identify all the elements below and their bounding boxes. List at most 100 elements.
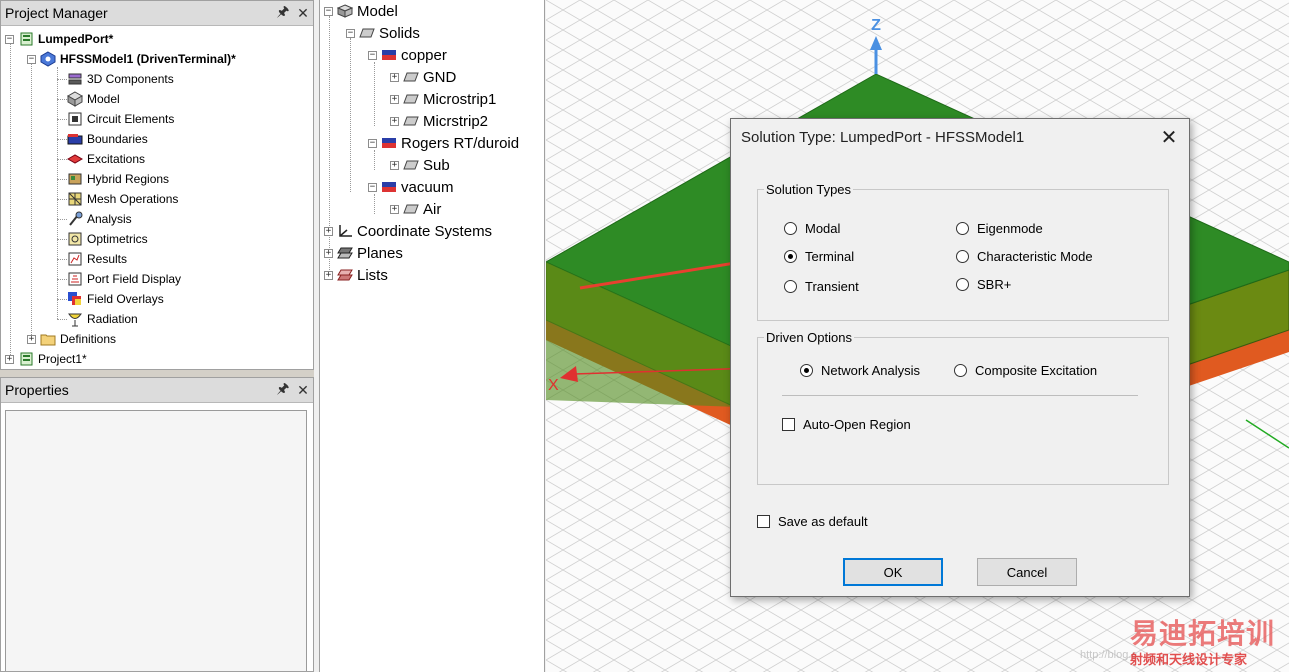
collapse-icon[interactable]: − <box>27 54 36 64</box>
radio-label: Network Analysis <box>821 363 920 378</box>
collapse-icon[interactable]: − <box>324 6 333 16</box>
cancel-button[interactable]: Cancel <box>977 558 1077 586</box>
project-icon <box>18 31 34 47</box>
pin-icon[interactable]: 🖈 <box>273 1 293 25</box>
project-tree: − LumpedPort* − HFSSModel1 (DrivenTermin… <box>1 27 313 369</box>
model-tree-item-solids[interactable]: − Solids <box>346 22 420 44</box>
model-tree-item-microstrip1[interactable]: + Microstrip1 <box>390 88 496 110</box>
radio-button[interactable] <box>954 364 967 377</box>
model-tree-item-copper[interactable]: − copper <box>368 44 447 66</box>
radio-label: Composite Excitation <box>975 363 1098 378</box>
radio-button[interactable] <box>956 278 969 291</box>
expand-icon[interactable]: + <box>390 160 399 170</box>
tree-item-analysis[interactable]: Analysis <box>67 209 132 229</box>
tree-item-label: HFSSModel1 (DrivenTerminal)* <box>60 52 236 66</box>
tree-item-port-field-display[interactable]: Port Field Display <box>67 269 181 289</box>
folder-icon <box>40 331 56 347</box>
radio-modal[interactable]: Modal <box>784 221 840 236</box>
expand-icon[interactable]: + <box>390 116 399 126</box>
expand-icon[interactable]: + <box>27 334 36 344</box>
collapse-icon[interactable]: − <box>346 28 355 38</box>
tree-item-radiation[interactable]: Radiation <box>67 309 138 329</box>
model-tree-item-vacuum[interactable]: − vacuum <box>368 176 454 198</box>
watermark-logo: 易迪拓培训 <box>1130 617 1276 650</box>
radio-eigenmode[interactable]: Eigenmode <box>956 221 1043 236</box>
close-icon[interactable]: ✕ <box>293 5 313 22</box>
tree-item-field-overlays[interactable]: Field Overlays <box>67 289 164 309</box>
tree-item-3d-components[interactable]: 3D Components <box>67 69 174 89</box>
expand-icon[interactable]: + <box>390 204 399 214</box>
model-tree-item-planes[interactable]: + Planes <box>324 242 403 264</box>
checkbox-save-as-default[interactable]: Save as default <box>757 514 868 529</box>
expand-icon[interactable]: + <box>5 354 14 364</box>
collapse-icon[interactable]: − <box>5 34 14 44</box>
dialog-title-bar[interactable]: Solution Type: LumpedPort - HFSSModel1 ✕ <box>731 119 1189 156</box>
solution-types-group: Solution Types Modal Terminal Transient … <box>757 182 1169 321</box>
model-tree-item-micrstrip2[interactable]: + Micrstrip2 <box>390 110 488 132</box>
expand-icon[interactable]: + <box>324 270 333 280</box>
collapse-icon[interactable]: − <box>368 182 377 192</box>
tree-item-model[interactable]: Model <box>66 89 120 109</box>
tree-item-excitations[interactable]: Excitations <box>66 149 146 169</box>
radio-terminal[interactable]: Terminal <box>784 249 854 264</box>
model-icon <box>66 91 84 107</box>
collapse-icon[interactable]: − <box>368 138 377 148</box>
model-tree-label: Planes <box>357 244 403 262</box>
model-icon <box>336 4 354 18</box>
pin-icon[interactable]: 🖈 <box>273 378 293 402</box>
radio-button[interactable] <box>956 222 969 235</box>
radio-button[interactable] <box>784 250 797 263</box>
checkbox[interactable] <box>782 418 795 431</box>
expand-icon[interactable]: + <box>390 94 399 104</box>
radio-button[interactable] <box>784 222 797 235</box>
radio-button[interactable] <box>784 280 797 293</box>
driven-options-label: Driven Options <box>764 330 854 345</box>
model-tree-item-lists[interactable]: + Lists <box>324 264 388 286</box>
radio-network-analysis[interactable]: Network Analysis <box>800 363 920 378</box>
model-tree-item-model[interactable]: − Model <box>324 0 398 22</box>
analysis-icon <box>67 211 83 227</box>
dialog-title: Solution Type: LumpedPort - HFSSModel1 <box>741 129 1025 146</box>
tree-item-hybrid-regions[interactable]: Hybrid Regions <box>67 169 169 189</box>
tree-item-circuit-elements[interactable]: Circuit Elements <box>67 109 174 129</box>
checkbox-auto-open-region[interactable]: Auto-Open Region <box>782 417 911 432</box>
radio-button[interactable] <box>800 364 813 377</box>
project-manager-panel: Project Manager 🖈 ✕ − LumpedPort* − HFSS… <box>0 0 314 370</box>
tree-item-label: Excitations <box>87 152 146 166</box>
close-icon[interactable]: ✕ <box>1149 125 1189 150</box>
tree-item-definitions[interactable]: + Definitions <box>27 329 116 349</box>
driven-options-group: Driven Options Network Analysis Composit… <box>757 330 1169 485</box>
collapse-icon[interactable]: − <box>368 50 377 60</box>
radio-transient[interactable]: Transient <box>784 279 859 294</box>
tree-item-lumpedport[interactable]: − LumpedPort* <box>5 29 113 49</box>
tree-item-mesh-operations[interactable]: Mesh Operations <box>67 189 178 209</box>
tree-item-project1[interactable]: + Project1* <box>5 349 87 369</box>
ok-button[interactable]: OK <box>843 558 943 586</box>
radio-composite-excitation[interactable]: Composite Excitation <box>954 363 1097 378</box>
model-tree-label: Sub <box>423 156 450 174</box>
expand-icon[interactable]: + <box>324 248 333 258</box>
radio-button[interactable] <box>956 250 969 263</box>
tree-item-label: Radiation <box>87 312 138 326</box>
tree-item-boundaries[interactable]: Boundaries <box>67 129 148 149</box>
tree-item-optimetrics[interactable]: Optimetrics <box>67 229 148 249</box>
tree-item-results[interactable]: Results <box>67 249 127 269</box>
radio-label: Eigenmode <box>977 221 1043 236</box>
radiation-icon <box>67 311 83 327</box>
expand-icon[interactable]: + <box>390 72 399 82</box>
model-tree-label: Air <box>423 200 442 218</box>
tree-item-label: Project1* <box>38 352 87 366</box>
z-axis-label: Z <box>871 17 881 34</box>
model-tree-item-rogers[interactable]: − Rogers RT/duroid <box>368 132 519 154</box>
model-tree-item-coordinate-systems[interactable]: + Coordinate Systems <box>324 220 492 242</box>
model-tree-item-gnd[interactable]: + GND <box>390 66 456 88</box>
model-tree-item-sub[interactable]: + Sub <box>390 154 450 176</box>
radio-sbr-plus[interactable]: SBR+ <box>956 277 1011 292</box>
radio-characteristic-mode[interactable]: Characteristic Mode <box>956 249 1093 264</box>
tree-item-hfssmodel1[interactable]: − HFSSModel1 (DrivenTerminal)* <box>27 49 236 69</box>
close-icon[interactable]: ✕ <box>293 382 313 399</box>
tree-item-label: 3D Components <box>87 72 174 86</box>
checkbox[interactable] <box>757 515 770 528</box>
model-tree-item-air[interactable]: + Air <box>390 198 441 220</box>
expand-icon[interactable]: + <box>324 226 333 236</box>
